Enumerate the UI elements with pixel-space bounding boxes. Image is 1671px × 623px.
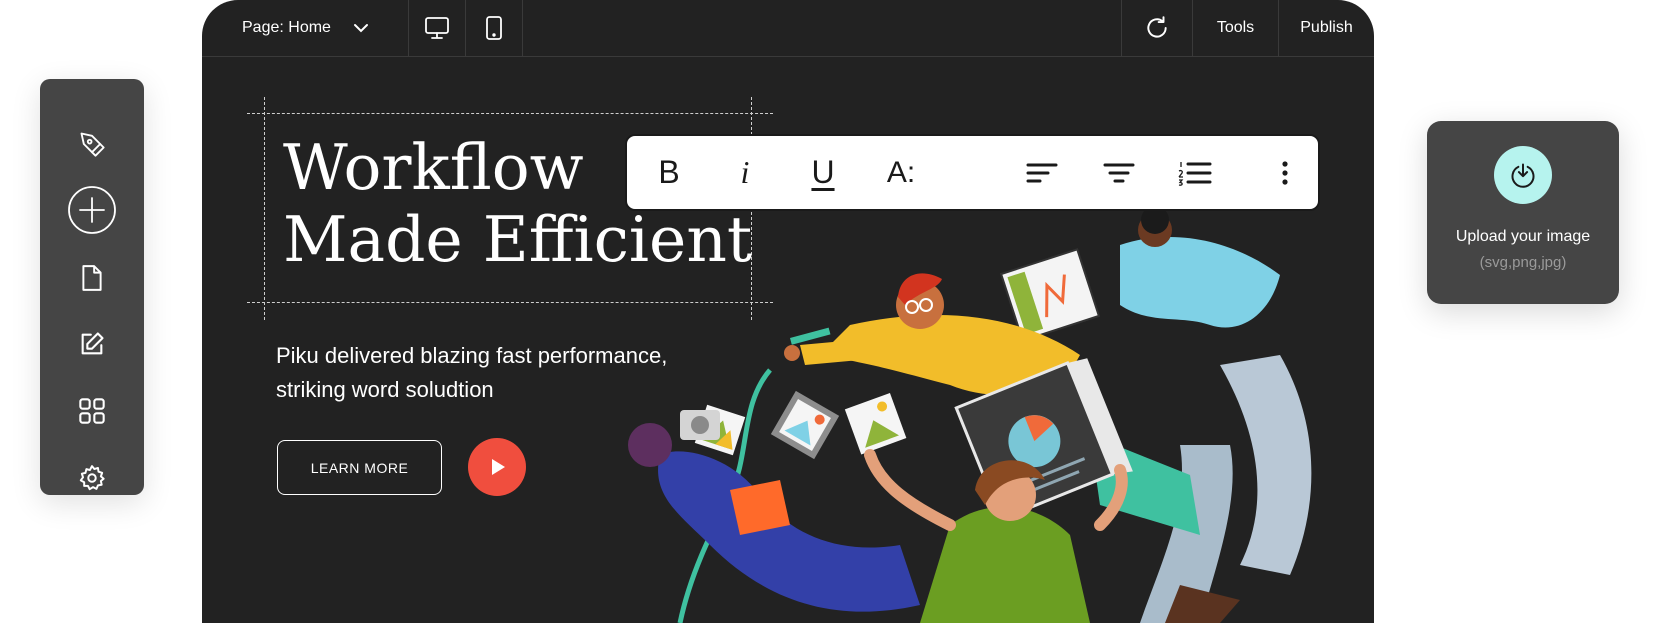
upload-button[interactable] [1494, 146, 1552, 204]
underline-button[interactable]: U [795, 136, 851, 209]
pages-button[interactable] [40, 250, 144, 306]
upload-title: Upload your image [1455, 228, 1591, 245]
refresh-button[interactable] [1121, 0, 1192, 56]
upload-image-card: Upload your image (svg,png,jpg) [1427, 121, 1619, 304]
pen-tool-button[interactable] [40, 116, 144, 172]
selection-guide-left [264, 97, 265, 320]
upload-formats: (svg,png,jpg) [1479, 254, 1567, 271]
bold-button[interactable]: B [641, 136, 697, 209]
add-button[interactable] [40, 182, 144, 238]
desktop-icon [425, 17, 449, 39]
blocks-button[interactable] [40, 383, 144, 439]
play-icon [492, 459, 505, 475]
ordered-list-icon [1178, 161, 1212, 186]
chevron-down-icon [353, 24, 368, 33]
publish-button[interactable]: Publish [1278, 0, 1374, 56]
align-center-icon [1103, 163, 1135, 182]
page-selector[interactable]: Page: Home [202, 0, 408, 56]
settings-icon [79, 465, 105, 491]
settings-button[interactable] [40, 450, 144, 506]
edit-button[interactable] [40, 316, 144, 372]
page-selector-label: Page: Home [242, 19, 331, 36]
text-format-toolbar: B i U A: [625, 134, 1320, 211]
mobile-view-button[interactable] [465, 0, 522, 56]
tools-button[interactable]: Tools [1192, 0, 1278, 56]
ordered-list-button[interactable] [1167, 136, 1223, 209]
mobile-icon [486, 16, 502, 40]
learn-more-button[interactable]: LEARN MORE [277, 440, 442, 495]
font-size-button[interactable]: A: [873, 136, 929, 209]
more-options-button[interactable] [1265, 136, 1305, 209]
align-left-icon [1026, 163, 1058, 182]
editor-topbar: Page: Home Tools Publish [202, 0, 1374, 57]
pen-tool-icon [80, 132, 105, 157]
italic-button[interactable]: i [717, 136, 773, 209]
align-center-button[interactable] [1091, 136, 1147, 209]
selection-guide-top [247, 113, 773, 114]
download-icon [1511, 163, 1535, 188]
more-vertical-icon [1282, 160, 1288, 185]
desktop-view-button[interactable] [408, 0, 465, 56]
add-icon [68, 186, 116, 234]
align-left-button[interactable] [1014, 136, 1070, 209]
left-toolbar [40, 79, 144, 495]
refresh-icon [1147, 16, 1167, 38]
play-video-button[interactable] [468, 438, 526, 496]
hero-illustration [628, 206, 1312, 623]
grid-icon [79, 398, 105, 424]
page-icon [82, 265, 102, 291]
edit-icon [81, 332, 104, 355]
